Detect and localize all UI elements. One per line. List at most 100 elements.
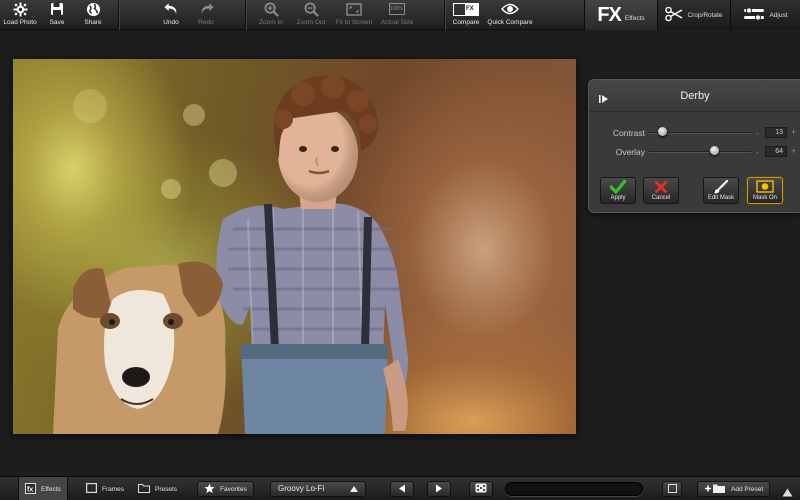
gear-icon: [11, 1, 29, 17]
toolbar-divider: [118, 0, 119, 30]
fx-logo: FX: [597, 3, 622, 26]
effect-title: Derby: [680, 90, 710, 102]
scissors-icon: [665, 6, 683, 24]
tab-effects-label: Effects: [624, 14, 645, 22]
favorites-label: Favorites: [220, 485, 247, 493]
tab-adjust[interactable]: Adjust: [730, 0, 800, 30]
triangle-right-icon: [435, 480, 443, 498]
dropdown-caret-icon: [350, 486, 358, 492]
mask-icon: [756, 178, 774, 195]
quick-compare-label: Quick Compare: [487, 19, 533, 26]
undo-arrow-icon: [162, 1, 180, 17]
add-folder-icon: [704, 483, 726, 496]
expand-panel-icon[interactable]: [782, 484, 793, 500]
dog-figure: [53, 261, 226, 434]
floppy-disk-icon: [48, 1, 66, 17]
svg-text:fx: fx: [27, 486, 33, 493]
toolbar-divider: [444, 0, 445, 30]
overlay-decrement[interactable]: -: [756, 147, 759, 157]
fit-screen-icon: [345, 1, 363, 17]
checkmark-icon: [610, 178, 626, 195]
add-preset-label: Add Preset: [731, 485, 764, 493]
boy-figure: [216, 75, 408, 434]
fit-to-screen-button[interactable]: Fit to Screen: [334, 1, 374, 29]
tab-effects[interactable]: FX Effects: [584, 0, 657, 30]
tab-bottom-presets[interactable]: Presets: [132, 481, 183, 497]
zoom-out-icon: [302, 1, 320, 17]
previous-preset-button[interactable]: [390, 481, 414, 497]
bottom-frames-label: Frames: [102, 485, 125, 493]
favorites-button[interactable]: Favorites: [197, 481, 254, 497]
toolbar-divider: [245, 0, 246, 30]
quick-compare-button[interactable]: Quick Compare: [487, 1, 533, 29]
tab-crop-rotate-label: Crop/Rotate: [687, 11, 723, 19]
effect-settings-panel: Derby Contrast - 13 + Overlay - 64 + App…: [588, 79, 800, 213]
save-button[interactable]: Save: [44, 1, 70, 29]
apply-button[interactable]: Apply: [600, 177, 636, 204]
cancel-button[interactable]: Cancel: [643, 177, 679, 204]
redo-arrow-icon: [197, 1, 215, 17]
tab-crop-rotate[interactable]: Crop/Rotate: [657, 0, 730, 30]
undo-button[interactable]: Undo: [158, 1, 184, 29]
cancel-label: Cancel: [651, 195, 671, 201]
load-photo-button[interactable]: Load Photo: [3, 1, 37, 29]
overlay-label: Overlay: [615, 147, 645, 157]
panel-header: Derby: [589, 80, 800, 112]
overlay-value[interactable]: 64: [765, 146, 787, 157]
save-label: Save: [49, 19, 65, 26]
redo-label: Redo: [198, 19, 214, 26]
next-preset-button[interactable]: [427, 481, 451, 497]
star-icon: [204, 482, 215, 496]
compare-label: Compare: [452, 19, 480, 26]
preset-dropdown-value: Groovy Lo-Fi: [278, 484, 325, 493]
contrast-label: Contrast: [612, 128, 645, 138]
photo-canvas[interactable]: [13, 59, 576, 434]
contrast-decrement[interactable]: -: [756, 128, 759, 138]
actual-size-badge: 100%: [390, 6, 403, 12]
fit-to-screen-label: Fit to Screen: [335, 19, 373, 26]
compare-fx-badge: FX: [466, 6, 474, 12]
dice-icon: [475, 480, 487, 498]
zoom-out-label: Zoom Out: [296, 19, 326, 26]
actual-size-label: Actual Size: [380, 19, 414, 26]
tab-adjust-label: Adjust: [769, 11, 788, 19]
sliders-icon: [743, 7, 765, 23]
search-input[interactable]: [505, 482, 643, 496]
folder-icon: [138, 483, 150, 495]
preset-dropdown[interactable]: Groovy Lo-Fi: [270, 481, 366, 497]
frame-icon: [85, 482, 98, 495]
zoom-in-button[interactable]: Zoom In: [256, 1, 286, 29]
edit-mask-button[interactable]: Edit Mask: [703, 177, 739, 204]
overlay-slider-row: Overlay - 64 +: [589, 145, 800, 159]
contrast-slider-row: Contrast - 13 +: [589, 126, 800, 140]
overlay-slider-track[interactable]: [649, 151, 751, 153]
contrast-increment[interactable]: +: [791, 127, 796, 137]
triangle-left-icon: [398, 480, 406, 498]
zoom-in-icon: [262, 1, 280, 17]
add-preset-button[interactable]: Add Preset: [697, 481, 771, 497]
close-icon: [655, 178, 667, 195]
tab-bottom-frames[interactable]: Frames: [80, 481, 130, 497]
overlay-increment[interactable]: +: [791, 146, 796, 156]
undo-label: Undo: [163, 19, 179, 26]
mask-on-button[interactable]: Mask On: [747, 177, 783, 204]
contrast-value[interactable]: 13: [765, 127, 787, 138]
square-icon: [667, 480, 677, 498]
share-button[interactable]: Share: [80, 1, 106, 29]
tab-bottom-effects[interactable]: fx Effects: [18, 477, 68, 500]
bottom-toolbar: fx Effects Frames Presets Favorites Groo…: [0, 476, 800, 500]
bottom-presets-label: Presets: [155, 485, 178, 493]
redo-button[interactable]: Redo: [193, 1, 219, 29]
zoom-in-label: Zoom In: [259, 19, 283, 26]
random-preset-button[interactable]: [469, 481, 493, 497]
mask-on-label: Mask On: [752, 195, 777, 201]
bottom-effects-label: Effects: [41, 485, 61, 493]
share-label: Share: [84, 19, 102, 26]
contrast-slider-knob[interactable]: [657, 127, 667, 136]
load-photo-label: Load Photo: [3, 19, 37, 26]
overlay-slider-knob[interactable]: [709, 146, 719, 155]
zoom-out-button[interactable]: Zoom Out: [296, 1, 326, 29]
toggle-view-button[interactable]: [662, 481, 682, 497]
brush-icon: [713, 178, 729, 195]
apply-label: Apply: [610, 195, 626, 201]
